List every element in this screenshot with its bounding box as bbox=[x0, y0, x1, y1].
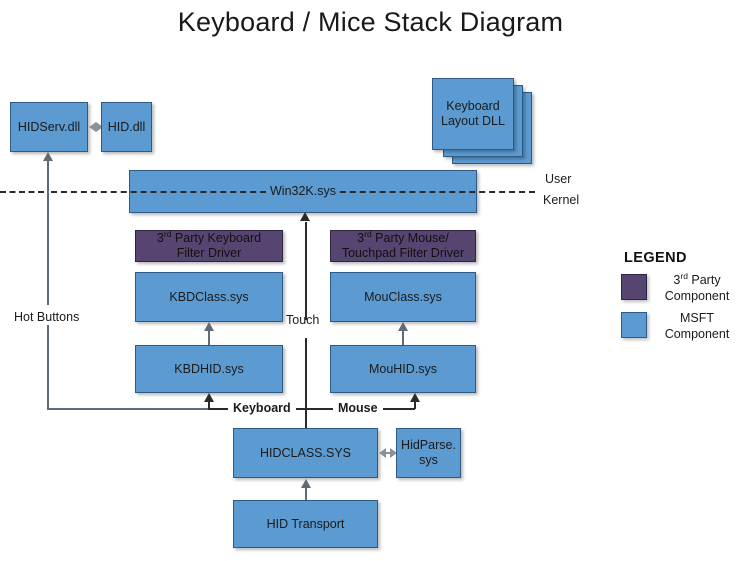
kbdhid-sys-label: KBDHID.sys bbox=[174, 361, 244, 376]
touch-label: Touch bbox=[286, 313, 320, 327]
user-boundary-label: User bbox=[545, 172, 572, 186]
hidclass-sys-label: HIDCLASS.SYS bbox=[259, 445, 351, 460]
mouclass-sys-label: MouClass.sys bbox=[364, 289, 442, 304]
keyboard-branch-label: Keyboard bbox=[228, 401, 296, 415]
arrow-head-left-icon bbox=[89, 122, 96, 132]
third-party-mouse-filter-driver-label-line2: Touchpad Filter Driver bbox=[341, 246, 465, 260]
hot-buttons-arrow-icon bbox=[42, 152, 53, 161]
arrow-head-left-icon bbox=[379, 448, 386, 458]
legend-label-msft: MSFT Component bbox=[655, 311, 739, 342]
mouhid-sys-label: MouHID.sys bbox=[368, 361, 438, 376]
hidserv-dll-label: HIDServ.dll bbox=[17, 119, 81, 134]
hot-buttons-connector-horizontal bbox=[47, 408, 232, 410]
mouse-branch-arrow-icon bbox=[409, 393, 420, 402]
kbdclass-sys-box[interactable]: KBDClass.sys bbox=[135, 272, 283, 322]
legend-label-msft-line2: Component bbox=[664, 326, 730, 341]
mouhid-to-mouclass-arrow-icon bbox=[397, 322, 408, 331]
hidparse-sys-label-line2: sys bbox=[419, 453, 438, 467]
kbdhid-to-kbdclass-arrow-icon bbox=[203, 322, 214, 331]
user-kernel-divider-left bbox=[0, 191, 44, 193]
third-party-keyboard-filter-driver-label-line1: 3rd Party Keyboard bbox=[156, 229, 262, 246]
hid-dll-box[interactable]: HID.dll bbox=[101, 102, 152, 152]
hid-transport-label: HID Transport bbox=[266, 516, 345, 531]
hidserv-hid-double-arrow bbox=[89, 122, 103, 132]
mouhid-sys-box[interactable]: MouHID.sys bbox=[330, 345, 476, 393]
third-party-keyboard-filter-driver-label-line2: Filter Driver bbox=[176, 246, 242, 260]
hidclass-sys-box[interactable]: HIDCLASS.SYS bbox=[233, 428, 378, 478]
touch-arrow-icon bbox=[300, 212, 310, 221]
legend-label-third-party: 3rd Party Component bbox=[655, 270, 739, 304]
legend-heading: LEGEND bbox=[624, 250, 687, 266]
kbdclass-sys-label: KBDClass.sys bbox=[169, 289, 249, 304]
keyboard-layout-dll-label-line1: Keyboard bbox=[446, 99, 500, 114]
mouse-branch-label: Mouse bbox=[333, 401, 383, 415]
legend-label-third-party-line2: Component bbox=[664, 288, 730, 303]
legend-swatch-msft bbox=[621, 312, 647, 338]
legend-label-third-party-line1: 3rd Party bbox=[673, 270, 721, 287]
page-title: Keyboard / Mice Stack Diagram bbox=[177, 7, 564, 37]
hid-transport-box[interactable]: HID Transport bbox=[233, 500, 378, 548]
keyboard-layout-dll-box[interactable]: Keyboard Layout DLL bbox=[432, 78, 514, 150]
win32k-sys-label: Win32K.sys bbox=[266, 184, 340, 199]
hidserv-dll-box[interactable]: HIDServ.dll bbox=[10, 102, 88, 152]
diagram-canvas: Keyboard / Mice Stack Diagram Keyboard L… bbox=[0, 0, 741, 561]
mouclass-sys-box[interactable]: MouClass.sys bbox=[330, 272, 476, 322]
legend-swatch-third-party bbox=[621, 274, 647, 300]
kernel-boundary-label: Kernel bbox=[543, 193, 580, 207]
hidclass-hidparse-double-arrow bbox=[379, 448, 397, 458]
mouse-branch-riser bbox=[414, 401, 416, 409]
keyboard-branch-arrow-icon bbox=[203, 393, 214, 402]
keyboard-layout-dll-label-line2: Layout DLL bbox=[441, 114, 505, 128]
third-party-mouse-filter-driver-box[interactable]: 3rd Party Mouse/ Touchpad Filter Driver bbox=[330, 230, 476, 262]
legend-label-msft-line1: MSFT bbox=[679, 311, 715, 325]
third-party-mouse-filter-driver-label-line1: 3rd Party Mouse/ bbox=[357, 229, 449, 246]
hidparse-sys-box[interactable]: HidParse. sys bbox=[396, 428, 461, 478]
hot-buttons-connector-vertical-lower bbox=[47, 325, 49, 409]
hid-transport-to-hidclass-arrow-icon bbox=[300, 479, 311, 488]
hot-buttons-connector-vertical-upper bbox=[47, 160, 49, 305]
third-party-keyboard-filter-driver-box[interactable]: 3rd Party Keyboard Filter Driver bbox=[135, 230, 283, 262]
touch-connector-lower bbox=[305, 338, 307, 438]
kbdhid-sys-box[interactable]: KBDHID.sys bbox=[135, 345, 283, 393]
hidparse-sys-label-line1: HidParse. bbox=[401, 438, 456, 453]
hot-buttons-label: Hot Buttons bbox=[14, 310, 80, 324]
touch-connector-upper bbox=[305, 222, 307, 320]
keyboard-branch-riser bbox=[208, 401, 210, 409]
hid-dll-label: HID.dll bbox=[107, 119, 146, 134]
